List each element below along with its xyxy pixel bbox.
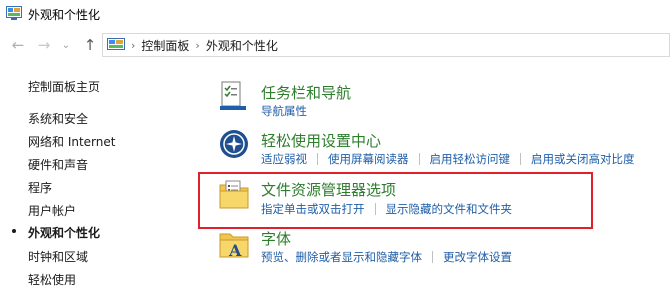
breadcrumb-separator-icon: ›	[195, 38, 200, 52]
control-panel-icon	[107, 38, 125, 50]
link-divider	[432, 251, 433, 263]
sidebar-item-appearance: 外观和个性化	[28, 226, 101, 240]
link-high-contrast[interactable]: 启用或关闭高对比度	[531, 151, 635, 167]
breadcrumb-control-panel[interactable]: 控制面板	[141, 37, 189, 54]
link-divider	[418, 153, 420, 165]
link-preview-fonts[interactable]: 预览、删除或者显示和隐藏字体	[261, 249, 422, 265]
sidebar-item-programs[interactable]: 程序	[28, 179, 52, 196]
breadcrumb-appearance[interactable]: 外观和个性化	[206, 37, 278, 54]
category-fonts-title[interactable]: 字体	[261, 228, 291, 249]
active-bullet-icon	[12, 229, 16, 233]
svg-text:A: A	[228, 241, 242, 260]
navigation-bar: ← → ⌄ ↑ › 控制面板 › 外观和个性化	[0, 30, 672, 60]
link-divider	[520, 153, 521, 165]
sidebar-item-user-accounts[interactable]: 用户帐户	[28, 202, 76, 219]
link-divider	[317, 153, 318, 165]
address-bar[interactable]: › 控制面板 › 外观和个性化	[102, 33, 670, 57]
link-low-vision[interactable]: 适应弱视	[261, 151, 307, 167]
category-fonts-links: 预览、删除或者显示和隐藏字体 更改字体设置	[261, 249, 512, 265]
sidebar-item-system-security[interactable]: 系统和安全	[28, 110, 88, 127]
taskbar-checklist-icon	[220, 81, 246, 110]
category-ease-of-access-title[interactable]: 轻松使用设置中心	[261, 130, 381, 151]
ease-of-access-icon	[220, 130, 248, 158]
chevron-down-icon[interactable]: ⌄	[58, 38, 74, 54]
category-ease-of-access-links: 适应弱视 使用屏幕阅读器 启用轻松访问键 启用或关闭高对比度	[261, 151, 635, 167]
sidebar-item-network[interactable]: 网络和 Internet	[28, 133, 115, 150]
up-arrow-icon[interactable]: ↑	[82, 37, 98, 53]
sidebar: 控制面板主页 系统和安全 网络和 Internet 硬件和声音 程序 用户帐户 …	[0, 60, 200, 293]
title-bar: 外观和个性化	[0, 0, 672, 28]
category-taskbar-title[interactable]: 任务栏和导航	[261, 82, 351, 103]
highlight-box	[198, 172, 593, 229]
forward-arrow-icon[interactable]: →	[36, 37, 52, 53]
link-access-keys[interactable]: 启用轻松访问键	[430, 151, 511, 167]
link-font-settings[interactable]: 更改字体设置	[443, 249, 512, 265]
breadcrumb-separator-icon: ›	[131, 38, 136, 52]
control-panel-icon	[6, 6, 22, 20]
category-taskbar-links: 导航属性	[261, 103, 307, 119]
sidebar-item-clock-region[interactable]: 时钟和区域	[28, 248, 88, 265]
link-screen-reader[interactable]: 使用屏幕阅读器	[328, 151, 409, 167]
fonts-folder-icon: A	[219, 233, 249, 260]
link-navigation-properties[interactable]: 导航属性	[261, 103, 307, 119]
sidebar-item-ease-of-access[interactable]: 轻松使用	[28, 271, 76, 288]
window-title: 外观和个性化	[28, 8, 101, 22]
sidebar-item-hardware-sound[interactable]: 硬件和声音	[28, 156, 88, 173]
back-arrow-icon[interactable]: ←	[10, 37, 26, 53]
sidebar-item-home[interactable]: 控制面板主页	[28, 78, 100, 95]
